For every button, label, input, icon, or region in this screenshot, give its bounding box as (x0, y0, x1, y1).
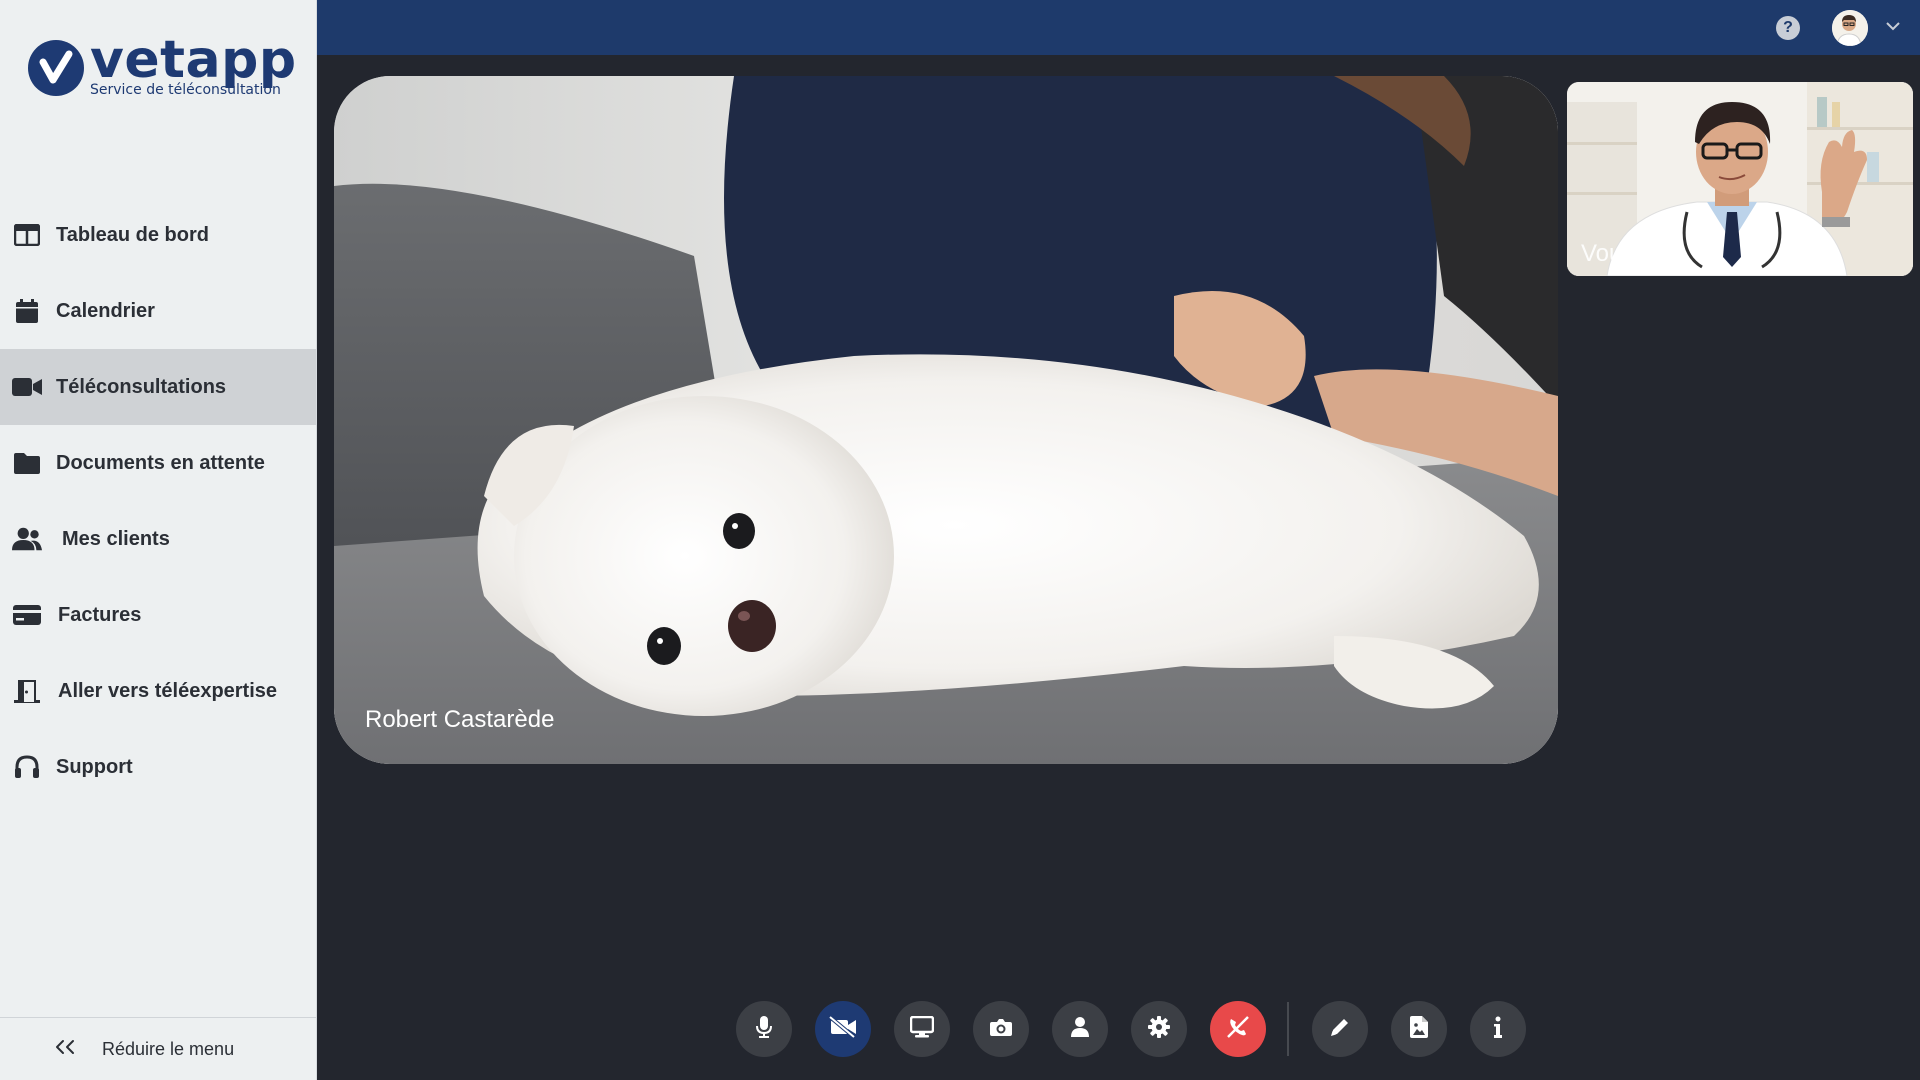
info-icon (1494, 1016, 1502, 1043)
file-image-icon (1410, 1015, 1428, 1043)
sidebar-item-factures[interactable]: Factures (0, 577, 316, 653)
sidebar-item-support[interactable]: Support (0, 729, 316, 805)
sidebar-item-label: Mes clients (62, 527, 170, 550)
help-icon[interactable]: ? (1776, 16, 1800, 40)
sidebar-item-label: Calendrier (56, 299, 155, 322)
remote-participant-name: Robert Castarède (365, 706, 555, 733)
notes-button[interactable] (1312, 1001, 1368, 1057)
hang-up-button[interactable] (1210, 1001, 1266, 1057)
person-icon (1071, 1016, 1089, 1042)
users-icon (12, 524, 42, 554)
collapse-menu-button[interactable]: Réduire le menu (0, 1017, 316, 1080)
sidebar-item-label: Aller vers téléexpertise (58, 679, 278, 702)
sidebar-item-label: Téléconsultations (56, 375, 227, 398)
info-button[interactable] (1470, 1001, 1526, 1057)
sidebar-item-label: Documents en attente (56, 451, 265, 474)
collapse-menu-label: Réduire le menu (102, 1038, 235, 1059)
remote-video[interactable]: Robert Castarède (334, 76, 1558, 764)
pencil-icon (1329, 1016, 1351, 1043)
camera-toggle-button[interactable] (815, 1001, 871, 1057)
self-participant-name: Vous (1581, 240, 1635, 267)
calendar-icon (12, 296, 42, 326)
sidebar-item-teleexpertise[interactable]: Aller vers téléexpertise (0, 653, 316, 729)
participant-button[interactable] (1052, 1001, 1108, 1057)
microphone-icon (754, 1015, 774, 1043)
snapshot-button[interactable] (973, 1001, 1029, 1057)
top-bar: ? (317, 0, 1920, 55)
sidebar-item-teleconsultations[interactable]: Téléconsultations (0, 349, 316, 425)
sidebar-item-label: Tableau de bord (56, 223, 209, 246)
dashboard-icon (12, 220, 42, 250)
door-exit-icon (12, 676, 42, 706)
sidebar-item-label: Factures (58, 603, 142, 626)
vetapp-logo[interactable]: vetapp Service de téléconsultation (28, 30, 296, 106)
document-button[interactable] (1391, 1001, 1447, 1057)
brand-name: vetapp (90, 30, 297, 90)
monitor-icon (909, 1015, 935, 1043)
remote-video-frame (334, 76, 1558, 764)
sidebar: vetapp Service de téléconsultation Table… (0, 0, 317, 1080)
controls-divider (1287, 1002, 1289, 1056)
chevron-down-icon[interactable] (1886, 18, 1900, 36)
gear-icon (1148, 1015, 1170, 1043)
microphone-button[interactable] (736, 1001, 792, 1057)
sidebar-item-mes-clients[interactable]: Mes clients (0, 501, 316, 577)
folder-icon (12, 448, 42, 478)
double-chevron-left-icon (54, 1039, 76, 1060)
photo-camera-icon (990, 1018, 1012, 1041)
brand-tagline: Service de téléconsultation (90, 82, 281, 98)
screen-share-button[interactable] (894, 1001, 950, 1057)
settings-button[interactable] (1131, 1001, 1187, 1057)
phone-hangup-icon (1225, 1014, 1251, 1045)
sidebar-item-documents-en-attente[interactable]: Documents en attente (0, 425, 316, 501)
sidebar-item-calendrier[interactable]: Calendrier (0, 273, 316, 349)
sidebar-nav: Tableau de bord Calendrier Téléconsultat… (0, 197, 316, 805)
call-controls (736, 1001, 1526, 1057)
video-camera-icon (12, 372, 42, 402)
credit-card-icon (12, 600, 42, 630)
sidebar-item-tableau-de-bord[interactable]: Tableau de bord (0, 197, 316, 273)
headset-icon (12, 752, 42, 782)
self-video[interactable]: Vous (1567, 82, 1913, 276)
vetapp-logo-mark-icon (28, 40, 84, 96)
video-off-icon (828, 1014, 857, 1043)
sidebar-item-label: Support (56, 755, 133, 778)
user-avatar[interactable] (1832, 10, 1868, 46)
